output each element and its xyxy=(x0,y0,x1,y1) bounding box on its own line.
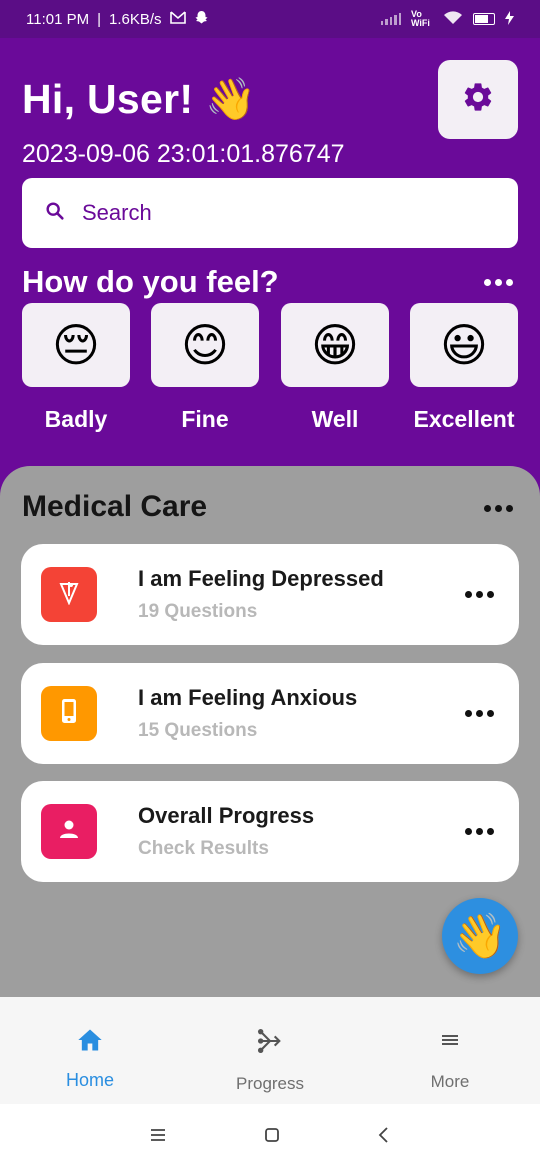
status-left: 11:01 PM | 1.6KB/s xyxy=(26,10,209,29)
card-icon-box xyxy=(41,686,97,741)
wave-fab-button[interactable]: 👋 xyxy=(442,898,518,974)
feelings-more-button[interactable] xyxy=(480,270,516,294)
care-card-depressed[interactable]: I am Feeling Depressed 19 Questions xyxy=(21,544,519,645)
home-icon xyxy=(76,1027,104,1058)
more-dot xyxy=(505,278,513,286)
card-title: I am Feeling Depressed xyxy=(138,566,384,591)
more-dot xyxy=(505,504,513,512)
header: Hi, User! 👋 2023-09-06 23:01:01.876747 H… xyxy=(0,38,540,508)
gmail-icon xyxy=(169,10,186,28)
mood-option-badly[interactable]: 😔 xyxy=(22,303,130,387)
medical-care-title: Medical Care xyxy=(22,490,208,523)
nav-progress-label: Progress xyxy=(235,1074,305,1093)
brain-icon xyxy=(58,579,80,610)
mood-label-excellent: Excellent xyxy=(413,406,515,432)
nav-more[interactable]: More xyxy=(360,997,540,1104)
feelings-title: How do you feel? xyxy=(22,264,279,299)
grinning-face-icon: 😁 xyxy=(311,319,359,371)
charging-icon xyxy=(505,10,514,28)
card-title: I am Feeling Anxious xyxy=(138,685,358,710)
back-icon[interactable] xyxy=(377,1126,391,1149)
more-dot xyxy=(464,709,472,717)
more-dot xyxy=(483,504,491,512)
big-smile-face-icon: 😃 xyxy=(440,319,488,371)
snapchat-icon xyxy=(194,10,209,29)
menu-icon xyxy=(439,1027,461,1058)
status-time: 11:01 PM xyxy=(26,10,90,28)
card-title: Overall Progress xyxy=(138,803,315,828)
more-dot xyxy=(464,827,472,835)
greeting-title: Hi, User! 👋 xyxy=(22,76,257,122)
more-dot xyxy=(475,827,483,835)
more-dot xyxy=(494,278,502,286)
gear-icon xyxy=(461,80,495,119)
status-bar: 11:01 PM | 1.6KB/s Vo WiFi xyxy=(0,0,540,38)
more-dot xyxy=(486,590,494,598)
home-square-icon[interactable] xyxy=(264,1127,280,1148)
more-dot xyxy=(486,709,494,717)
timestamp: 2023-09-06 23:01:01.876747 xyxy=(22,140,345,168)
card-icon-box xyxy=(41,567,97,622)
nav-home[interactable]: Home xyxy=(0,997,180,1104)
person-icon xyxy=(58,818,80,845)
more-dot xyxy=(475,590,483,598)
more-dot xyxy=(475,709,483,717)
care-card-progress[interactable]: Overall Progress Check Results xyxy=(21,781,519,882)
care-card-anxious[interactable]: I am Feeling Anxious 15 Questions xyxy=(21,663,519,764)
medical-care-more-button[interactable] xyxy=(480,496,516,520)
mood-label-fine: Fine xyxy=(181,406,229,432)
mood-option-fine[interactable]: 😊 xyxy=(151,303,259,387)
more-dot xyxy=(464,590,472,598)
wifi-icon xyxy=(443,10,463,28)
phone-icon xyxy=(60,698,78,729)
card-subtitle: 19 Questions xyxy=(138,601,258,622)
nav-more-label: More xyxy=(430,1072,470,1091)
status-network-speed: 1.6KB/s xyxy=(109,10,162,28)
vowifi-label: Vo WiFi xyxy=(411,9,430,28)
settings-button[interactable] xyxy=(438,60,518,139)
search-icon xyxy=(44,200,66,227)
search-bar[interactable] xyxy=(22,178,518,248)
more-dot xyxy=(483,278,491,286)
waving-hand-icon: 👋 xyxy=(452,912,508,961)
battery-icon xyxy=(473,13,495,25)
status-right: Vo WiFi xyxy=(380,9,514,28)
mood-option-well[interactable]: 😁 xyxy=(281,303,389,387)
more-dot xyxy=(494,504,502,512)
smiling-face-icon: 😊 xyxy=(181,319,229,371)
pensive-face-icon: 😔 xyxy=(52,319,100,371)
bottom-nav: Home Progress More xyxy=(0,997,540,1104)
card-more-button[interactable] xyxy=(461,582,497,606)
nav-home-label: Home xyxy=(65,1070,114,1090)
system-nav-bar xyxy=(0,1104,540,1170)
card-icon-box xyxy=(41,804,97,859)
mood-label-well: Well xyxy=(311,406,359,432)
mood-option-excellent[interactable]: 😃 xyxy=(410,303,518,387)
card-more-button[interactable] xyxy=(461,701,497,725)
signal-icon xyxy=(380,13,401,25)
more-dot xyxy=(486,827,494,835)
card-subtitle: Check Results xyxy=(138,838,269,859)
nav-progress[interactable]: Progress xyxy=(180,997,360,1104)
progress-icon xyxy=(256,1027,284,1060)
card-subtitle: 15 Questions xyxy=(138,720,258,741)
mood-label-badly: Badly xyxy=(44,406,108,432)
recent-apps-icon[interactable] xyxy=(149,1128,167,1147)
search-input[interactable] xyxy=(80,199,484,227)
status-divider: | xyxy=(97,10,101,28)
card-more-button[interactable] xyxy=(461,819,497,843)
